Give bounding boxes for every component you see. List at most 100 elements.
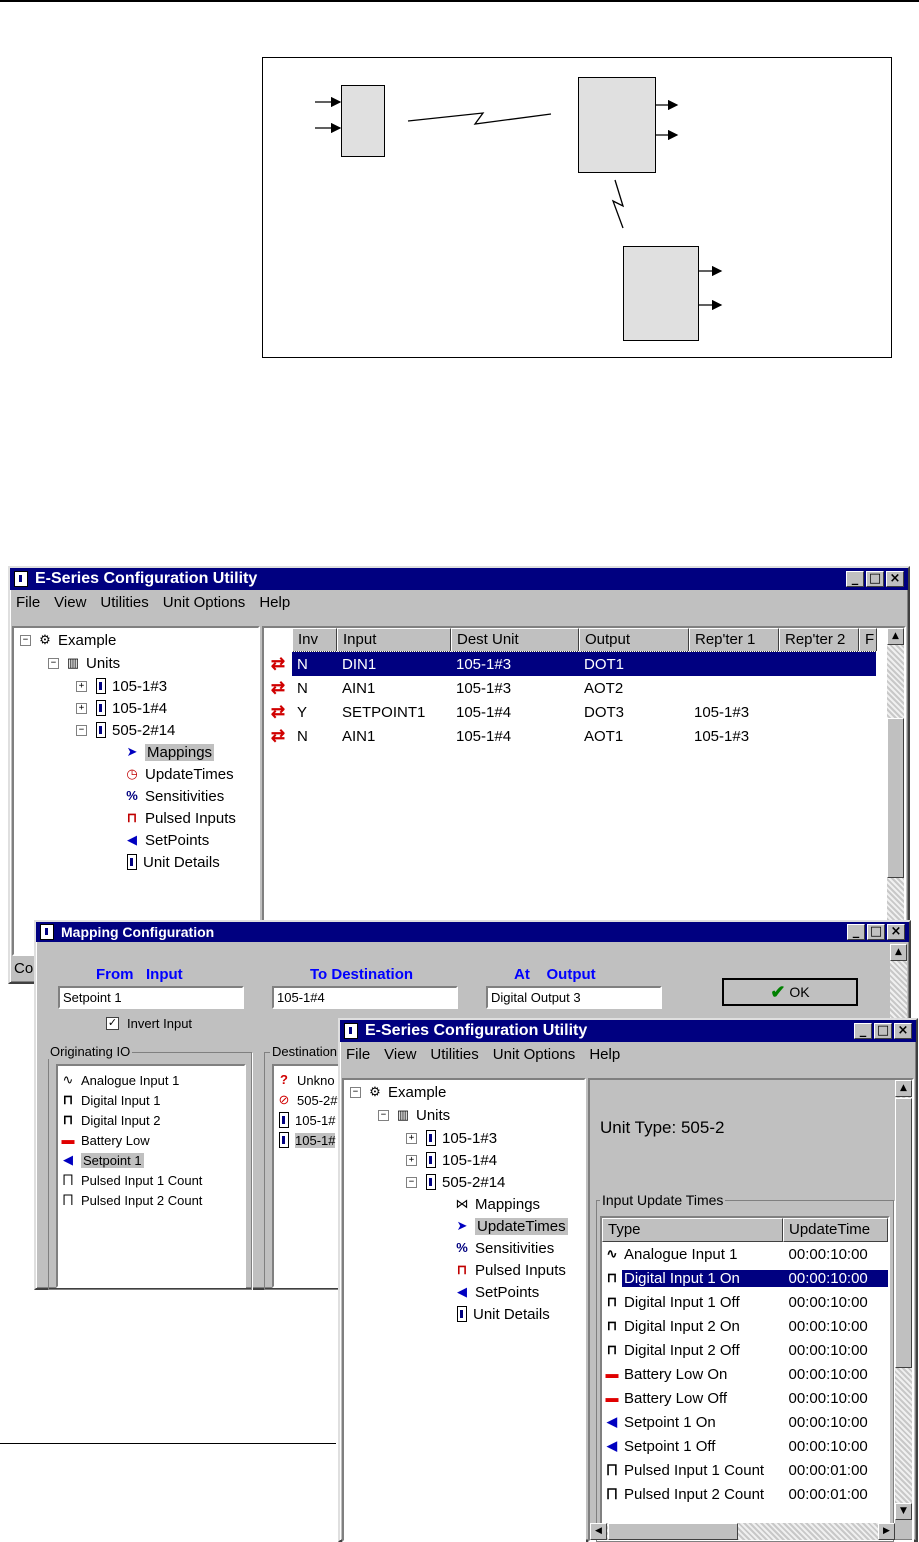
expand-icon[interactable]: + (406, 1132, 417, 1144)
menu-view[interactable]: View (384, 1046, 416, 1063)
table-row[interactable]: ▬ Battery Low On 00:00:10:00 (602, 1362, 888, 1386)
table-row[interactable]: ⊓ Digital Input 1 Off 00:00:10:00 (602, 1290, 888, 1314)
list-item[interactable]: ▬ Battery Low (60, 1130, 244, 1150)
tree-sensitivities[interactable]: Sensitivities (145, 788, 224, 805)
to-destination-field[interactable]: 105-1#4 (272, 986, 458, 1009)
close-button[interactable]: × (886, 571, 904, 587)
menu-unit-options[interactable]: Unit Options (493, 1046, 576, 1063)
table-row[interactable]: ◀ Setpoint 1 Off 00:00:10:00 (602, 1434, 888, 1458)
tree-pulsed-inputs[interactable]: Pulsed Inputs (145, 810, 236, 827)
menu-file[interactable]: File (16, 594, 40, 611)
tree-panel[interactable]: − ⚙ Example − ▥ Units +105-1#3 +105-1#4 −505… (12, 626, 260, 956)
menu-unit-options[interactable]: Unit Options (163, 594, 246, 611)
expand-icon[interactable]: + (76, 702, 87, 714)
scroll-thumb[interactable] (887, 718, 904, 878)
col-output[interactable]: Output (579, 628, 689, 652)
col-input[interactable]: Input (337, 628, 451, 652)
list-item[interactable]: ∿ Analogue Input 1 (60, 1070, 244, 1090)
scroll-up-button[interactable]: ▲ (890, 944, 907, 961)
table-row[interactable]: ⊓ Digital Input 2 On 00:00:10:00 (602, 1314, 888, 1338)
scroll-right-button[interactable]: ▶ (878, 1523, 895, 1540)
minimize-button[interactable]: _ (847, 924, 865, 940)
col-type[interactable]: Type (602, 1218, 783, 1242)
tree-updatetimes[interactable]: UpdateTimes (475, 1217, 568, 1235)
col-updatetime[interactable]: UpdateTime (783, 1218, 888, 1242)
table-row[interactable]: ◀ Setpoint 1 On 00:00:10:00 (602, 1410, 888, 1434)
col-inv[interactable]: Inv (292, 628, 337, 652)
tree-updatetimes[interactable]: UpdateTimes (145, 766, 234, 783)
table-row[interactable]: ⊓ Digital Input 1 On 00:00:10:00 (602, 1266, 888, 1290)
invert-input-checkbox-row[interactable]: ✓ Invert Input (106, 1016, 192, 1031)
tree-root[interactable]: Example (388, 1084, 446, 1101)
table-row[interactable]: ⨅ Pulsed Input 2 Count 00:00:01:00 (602, 1482, 888, 1506)
collapse-icon[interactable]: − (48, 657, 59, 669)
menu-help[interactable]: Help (259, 594, 290, 611)
minimize-button[interactable]: _ (854, 1023, 872, 1039)
table-row[interactable]: ⇄ N AIN1 105-1#4 AOT1 105-1#3 (264, 724, 904, 748)
menu-utilities[interactable]: Utilities (430, 1046, 478, 1063)
maximize-button[interactable]: □ (867, 924, 885, 940)
menu-utilities[interactable]: Utilities (100, 594, 148, 611)
menu-help[interactable]: Help (589, 1046, 620, 1063)
list-item[interactable]: ⨅ Pulsed Input 2 Count (60, 1190, 244, 1210)
list-item[interactable]: ⊓ Digital Input 1 (60, 1090, 244, 1110)
from-input-field[interactable]: Setpoint 1 (58, 986, 244, 1009)
tree-root[interactable]: Example (58, 632, 116, 649)
tree-unit-c[interactable]: 505-2#14 (442, 1174, 505, 1191)
table-row[interactable]: ⇄ N DIN1 105-1#3 DOT1 (264, 651, 904, 677)
list-item[interactable]: ◀ Setpoint 1 (60, 1150, 244, 1170)
invert-checkbox[interactable]: ✓ (106, 1017, 119, 1030)
tree-unit-b[interactable]: 105-1#4 (112, 700, 167, 717)
dialog-title-bar[interactable]: Mapping Configuration _ □ × (36, 922, 909, 942)
tree-units[interactable]: Units (86, 655, 120, 672)
collapse-icon[interactable]: − (20, 634, 31, 646)
minimize-button[interactable]: _ (846, 571, 864, 587)
maximize-button[interactable]: □ (874, 1023, 892, 1039)
tree-pulsed-inputs[interactable]: Pulsed Inputs (475, 1262, 566, 1279)
list-item[interactable]: ⊓ Digital Input 2 (60, 1110, 244, 1130)
table-row[interactable]: ∿ Analogue Input 1 00:00:10:00 (602, 1242, 888, 1266)
panel-vscroll[interactable]: ▲ ▼ (895, 1080, 912, 1520)
col-repeater-2[interactable]: Rep'ter 2 (779, 628, 859, 652)
expand-icon[interactable]: + (406, 1154, 417, 1166)
tree-panel[interactable]: − ⚙ Example − ▥ Units +105-1#3 +105-1#4 −505… (342, 1078, 586, 1542)
tree-mappings[interactable]: Mappings (145, 743, 215, 761)
table-row[interactable]: ⊓ Digital Input 2 Off 00:00:10:00 (602, 1338, 888, 1362)
scroll-down-button[interactable]: ▼ (895, 1503, 912, 1520)
table-row[interactable]: ⇄ Y SETPOINT1 105-1#4 DOT3 105-1#3 (264, 700, 904, 724)
scroll-up-button[interactable]: ▲ (895, 1080, 912, 1097)
tree-setpoints[interactable]: SetPoints (145, 832, 209, 849)
tree-unit-details[interactable]: Unit Details (473, 1306, 550, 1323)
list-item[interactable]: ⨅ Pulsed Input 1 Count (60, 1170, 244, 1190)
close-button[interactable]: × (887, 924, 905, 940)
update-times-list[interactable]: Type UpdateTime ∿ Analogue Input 1 00:00:1… (600, 1216, 890, 1540)
table-row[interactable]: ⇄ N AIN1 105-1#3 AOT2 (264, 676, 904, 700)
col-f[interactable]: F (859, 628, 877, 652)
tree-unit-c[interactable]: 505-2#14 (112, 722, 175, 739)
tree-setpoints[interactable]: SetPoints (475, 1284, 539, 1301)
tree-unit-details[interactable]: Unit Details (143, 854, 220, 871)
menu-file[interactable]: File (346, 1046, 370, 1063)
tree-unit-a[interactable]: 105-1#3 (112, 678, 167, 695)
scroll-thumb[interactable] (895, 1098, 912, 1368)
tree-mappings[interactable]: Mappings (475, 1196, 540, 1213)
scroll-up-button[interactable]: ▲ (887, 628, 904, 645)
ok-button[interactable]: ✔ OK (722, 978, 858, 1006)
at-output-field[interactable]: Digital Output 3 (486, 986, 662, 1009)
grid-vscroll[interactable]: ▲ (887, 628, 904, 954)
table-row[interactable]: ⨅ Pulsed Input 1 Count 00:00:01:00 (602, 1458, 888, 1482)
hscroll-thumb[interactable] (608, 1523, 738, 1540)
tree-unit-b[interactable]: 105-1#4 (442, 1152, 497, 1169)
scroll-left-button[interactable]: ◀ (590, 1523, 607, 1540)
close-button[interactable]: × (894, 1023, 912, 1039)
collapse-icon[interactable]: − (378, 1109, 389, 1121)
table-row[interactable]: ▬ Battery Low Off 00:00:10:00 (602, 1386, 888, 1410)
tree-unit-a[interactable]: 105-1#3 (442, 1130, 497, 1147)
menu-view[interactable]: View (54, 594, 86, 611)
title-bar[interactable]: E-Series Configuration Utility _ □ × (340, 1020, 916, 1042)
collapse-icon[interactable]: − (76, 724, 87, 736)
col-repeater-1[interactable]: Rep'ter 1 (689, 628, 779, 652)
tree-sensitivities[interactable]: Sensitivities (475, 1240, 554, 1257)
collapse-icon[interactable]: − (406, 1176, 417, 1188)
maximize-button[interactable]: □ (866, 571, 884, 587)
